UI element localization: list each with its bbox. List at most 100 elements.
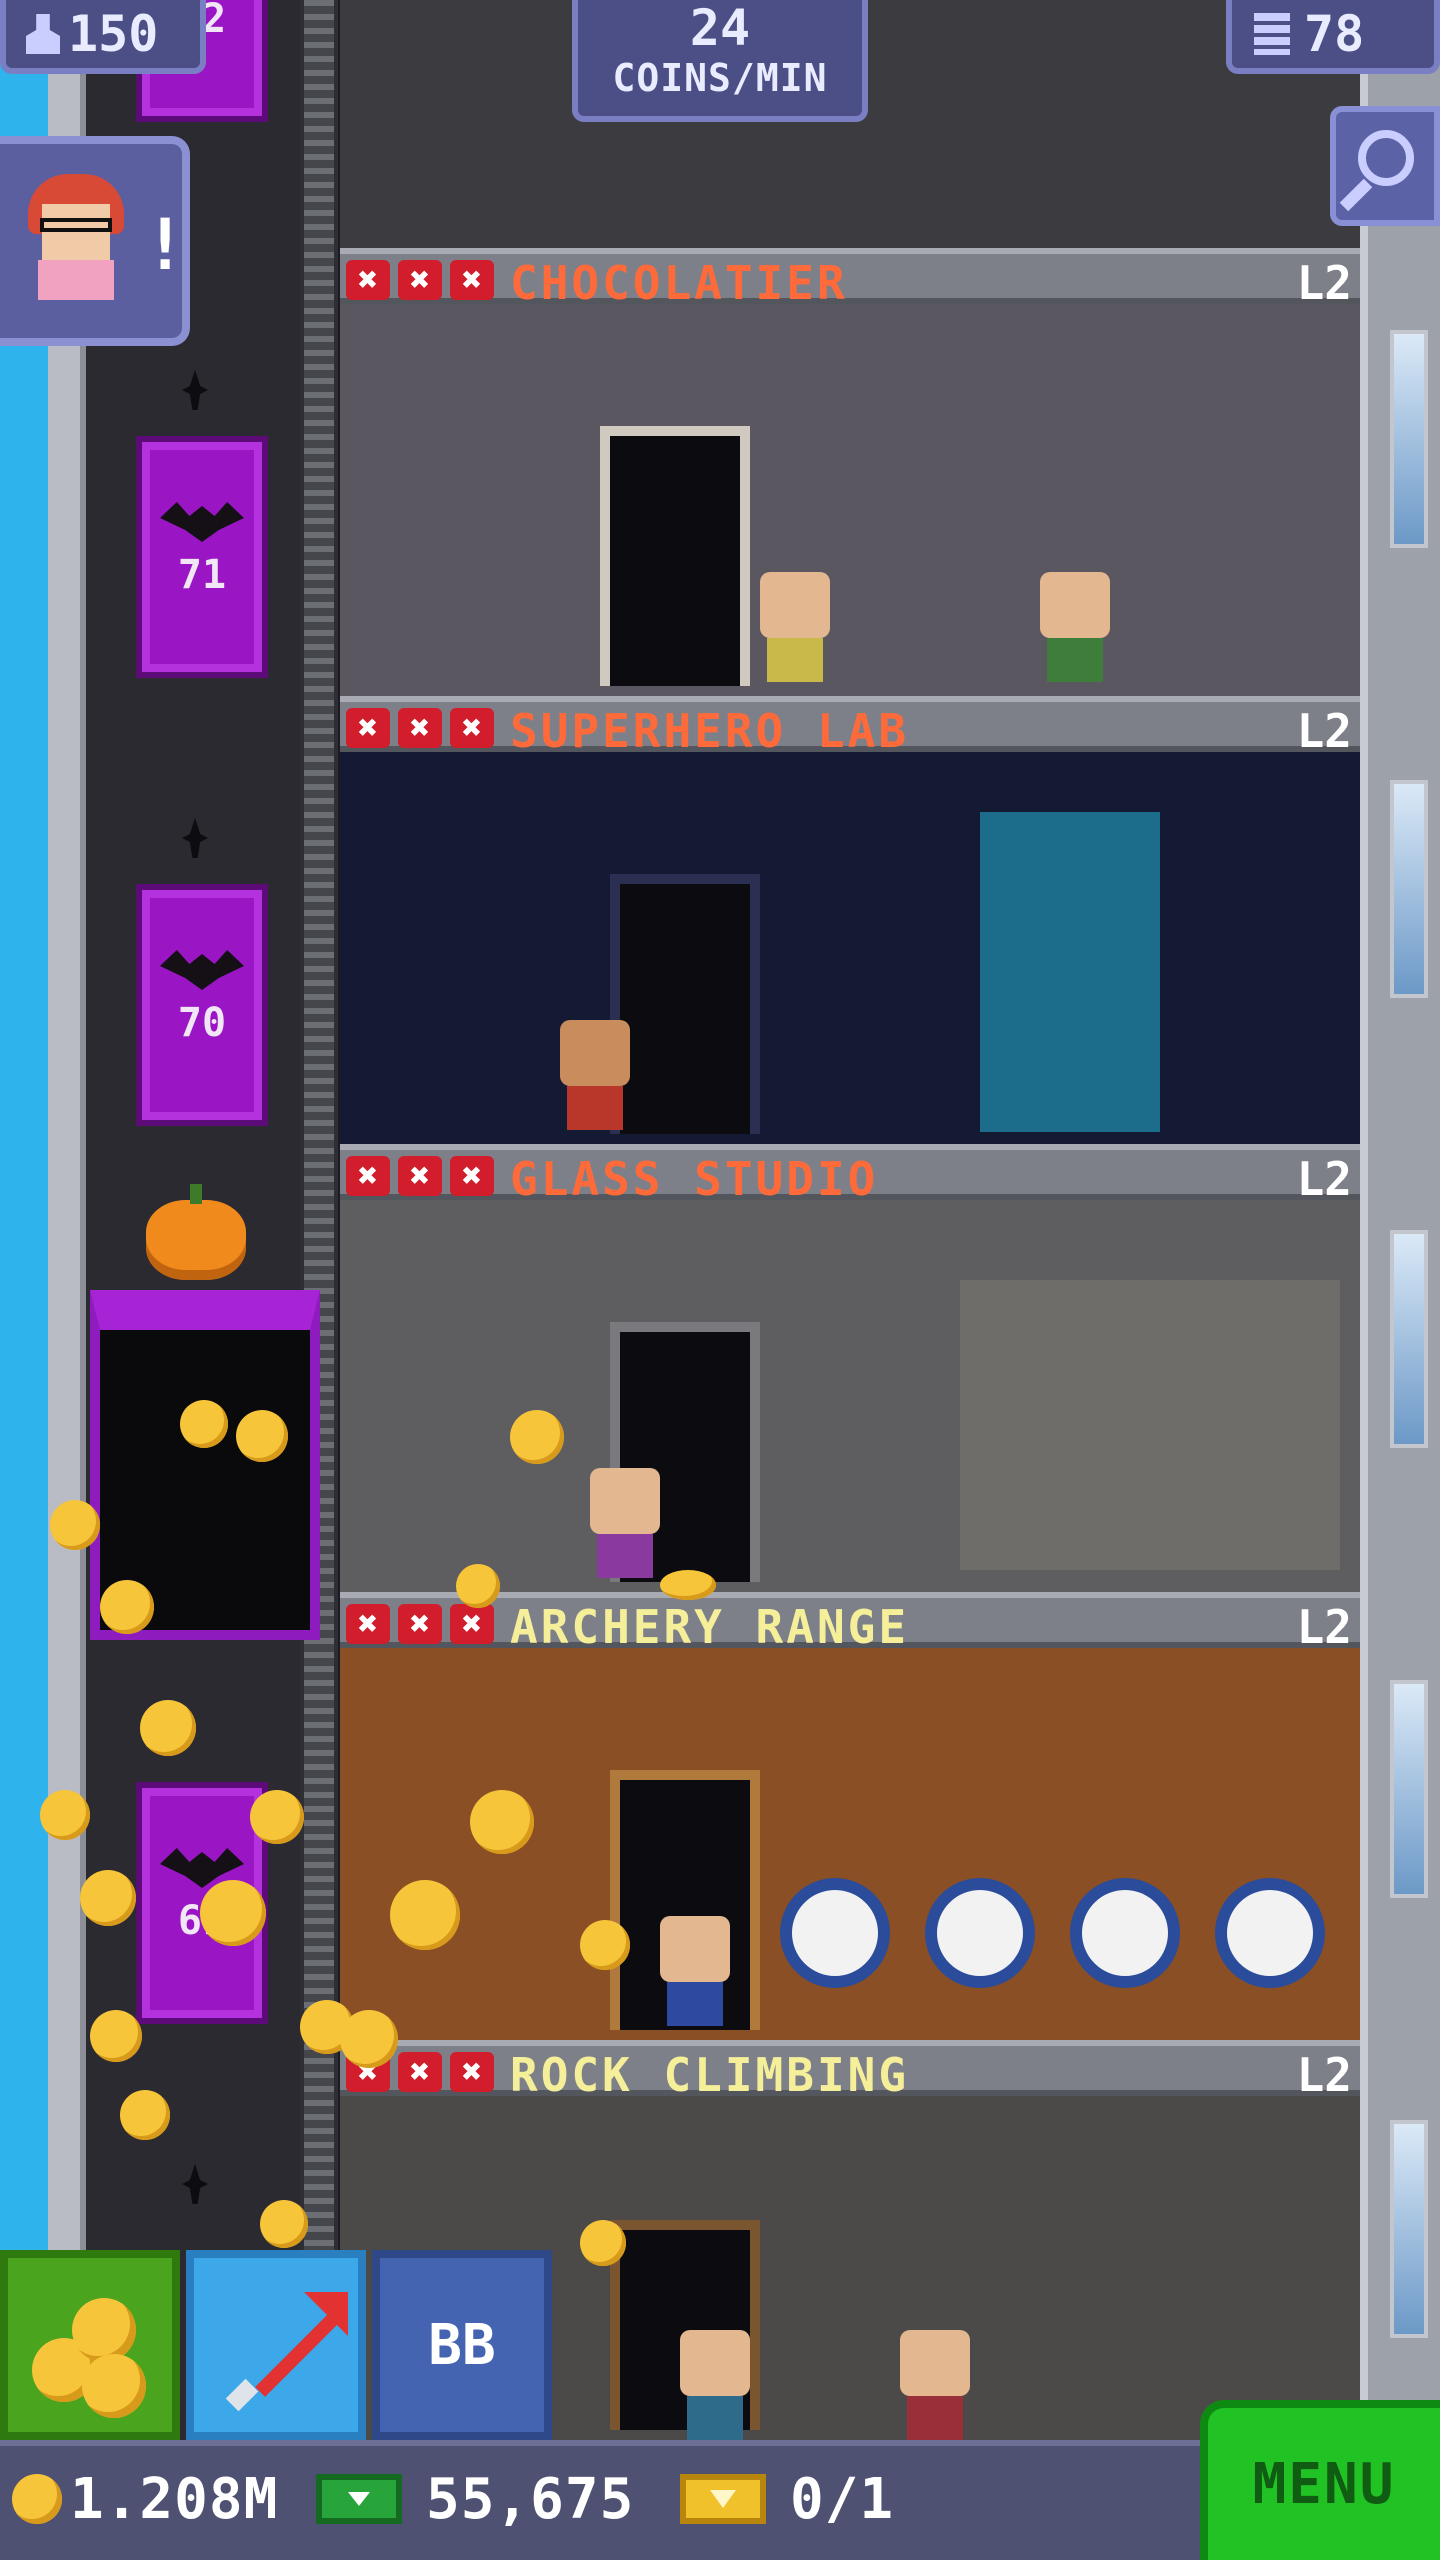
- floor-header: ✖ ✖ ✖ ROCK CLIMBING L2: [340, 2040, 1360, 2102]
- gold-coin-icon: [82, 2354, 146, 2418]
- flying-coin: [660, 1570, 716, 1600]
- elevator-arrow-icon: [255, 2309, 343, 2397]
- x-mark-icon: ✖: [398, 708, 442, 748]
- bitizen-character[interactable]: [760, 572, 830, 682]
- flying-coin: [100, 1580, 154, 1634]
- archery-target: [780, 1878, 890, 1988]
- bitizen-character[interactable]: [1040, 572, 1110, 682]
- floor-name: ROCK CLIMBING: [510, 2048, 910, 2102]
- bux-value: 55,675: [426, 2466, 635, 2532]
- gold-coin-icon: [72, 2298, 136, 2362]
- floor-name: CHOCOLATIER: [510, 256, 848, 310]
- x-mark-icon: ✖: [450, 708, 494, 748]
- x-mark-icon: ✖: [450, 2052, 494, 2092]
- flying-coin: [470, 1790, 534, 1854]
- bitizen-character[interactable]: [660, 1916, 730, 2026]
- flying-coin: [90, 2010, 142, 2062]
- tower-outer-wall: [48, 0, 86, 2560]
- pumpkin-decoration: [146, 1184, 246, 1280]
- flying-coin: [340, 2010, 398, 2068]
- stock-status: ✖ ✖ ✖: [346, 1604, 494, 1644]
- hologram-pod: [980, 812, 1160, 1132]
- x-mark-icon: ✖: [346, 708, 390, 748]
- room-door: [610, 874, 760, 1134]
- floor-glass-studio[interactable]: ✖ ✖ ✖ GLASS STUDIO L2: [340, 1144, 1360, 1592]
- population-value: 150: [68, 5, 159, 63]
- floor-chocolatier[interactable]: ✖ ✖ ✖ CHOCOLATIER L2: [340, 248, 1360, 696]
- stock-status: ✖ ✖ ✖: [346, 708, 494, 748]
- tower-window: [1390, 2120, 1428, 2338]
- floor-name: SUPERHERO LAB: [510, 704, 910, 758]
- magnifier-icon: [1358, 130, 1414, 186]
- bitizen-character[interactable]: [680, 2330, 750, 2440]
- floor-room-scene: [340, 304, 1360, 696]
- flying-coin: [236, 1410, 288, 1462]
- tickets-value: 0/1: [790, 2466, 895, 2532]
- x-mark-icon: ✖: [398, 2052, 442, 2092]
- flying-coin: [390, 1880, 460, 1950]
- x-mark-icon: ✖: [450, 1604, 494, 1644]
- tower-window: [1390, 1230, 1428, 1448]
- elevator-stop[interactable]: 71: [136, 436, 268, 678]
- floor-header: ✖ ✖ ✖ SUPERHERO LAB L2: [340, 696, 1360, 758]
- stock-status: ✖ ✖ ✖: [346, 260, 494, 300]
- bitizen-character[interactable]: [900, 2330, 970, 2440]
- elevator-stop[interactable]: 70: [136, 884, 268, 1126]
- arrow-tail: [225, 2378, 259, 2412]
- flying-coin: [580, 2220, 626, 2266]
- collect-coins-button[interactable]: [0, 2250, 180, 2440]
- tickets-stat[interactable]: 0/1: [680, 2464, 894, 2534]
- flying-coin: [250, 1790, 304, 1844]
- archery-target: [1215, 1878, 1325, 1988]
- room-door: [600, 426, 750, 686]
- alert-icon: !: [144, 204, 187, 286]
- x-mark-icon: ✖: [450, 1156, 494, 1196]
- floor-header: ✖ ✖ ✖ CHOCOLATIER L2: [340, 248, 1360, 310]
- flying-coin: [120, 2090, 170, 2140]
- menu-button[interactable]: MENU: [1200, 2400, 1440, 2560]
- coins-rate-value: 24: [689, 0, 751, 57]
- floor-level: L2: [1296, 256, 1352, 310]
- floor-count-badge[interactable]: 78: [1226, 0, 1440, 74]
- population-badge[interactable]: 150: [0, 0, 206, 74]
- floor-level: L2: [1296, 1600, 1352, 1654]
- tower-window: [1390, 780, 1428, 998]
- bux-stat[interactable]: 55,675: [316, 2464, 634, 2534]
- x-mark-icon: ✖: [346, 260, 390, 300]
- flying-coin: [510, 1410, 564, 1464]
- elevator-floor-number: 71: [177, 552, 227, 598]
- flying-coin: [40, 1790, 90, 1840]
- archery-target: [925, 1878, 1035, 1988]
- bitizen-character[interactable]: [560, 1020, 630, 1130]
- building-icon: [1254, 13, 1290, 55]
- x-mark-icon: ✖: [346, 1604, 390, 1644]
- coins-rate-badge[interactable]: 24 COINS/MIN: [572, 0, 868, 122]
- search-button[interactable]: [1330, 106, 1440, 226]
- golden-ticket-icon: [680, 2474, 766, 2524]
- flying-coin: [140, 1700, 196, 1756]
- elevator-floor-number: 70: [177, 1000, 227, 1046]
- floor-superhero-lab[interactable]: ✖ ✖ ✖ SUPERHERO LAB L2: [340, 696, 1360, 1144]
- floor-room-scene: [340, 752, 1360, 1144]
- elevator-button[interactable]: [186, 2250, 366, 2440]
- x-mark-icon: ✖: [398, 260, 442, 300]
- floor-room-scene: [340, 1200, 1360, 1592]
- flying-coin: [180, 1400, 228, 1448]
- avatar: [28, 174, 128, 304]
- flying-coin: [200, 1880, 266, 1946]
- floor-level: L2: [1296, 1152, 1352, 1206]
- floor-header: ✖ ✖ ✖ GLASS STUDIO L2: [340, 1144, 1360, 1206]
- bitizen-character[interactable]: [590, 1468, 660, 1578]
- coins-rate-unit: COINS/MIN: [612, 56, 828, 100]
- coins-stat[interactable]: 1.208M: [12, 2464, 278, 2534]
- archery-target: [1070, 1878, 1180, 1988]
- floors-value: 78: [1304, 5, 1365, 63]
- floor-name: ARCHERY RANGE: [510, 1600, 910, 1654]
- flying-coin: [80, 1870, 136, 1926]
- sky-background: [0, 0, 48, 2560]
- floor-level: L2: [1296, 2048, 1352, 2102]
- bat-icon: [160, 502, 244, 542]
- bitbook-button[interactable]: BB: [372, 2250, 552, 2440]
- bitizen-notification-button[interactable]: !: [0, 136, 190, 346]
- x-mark-icon: ✖: [450, 260, 494, 300]
